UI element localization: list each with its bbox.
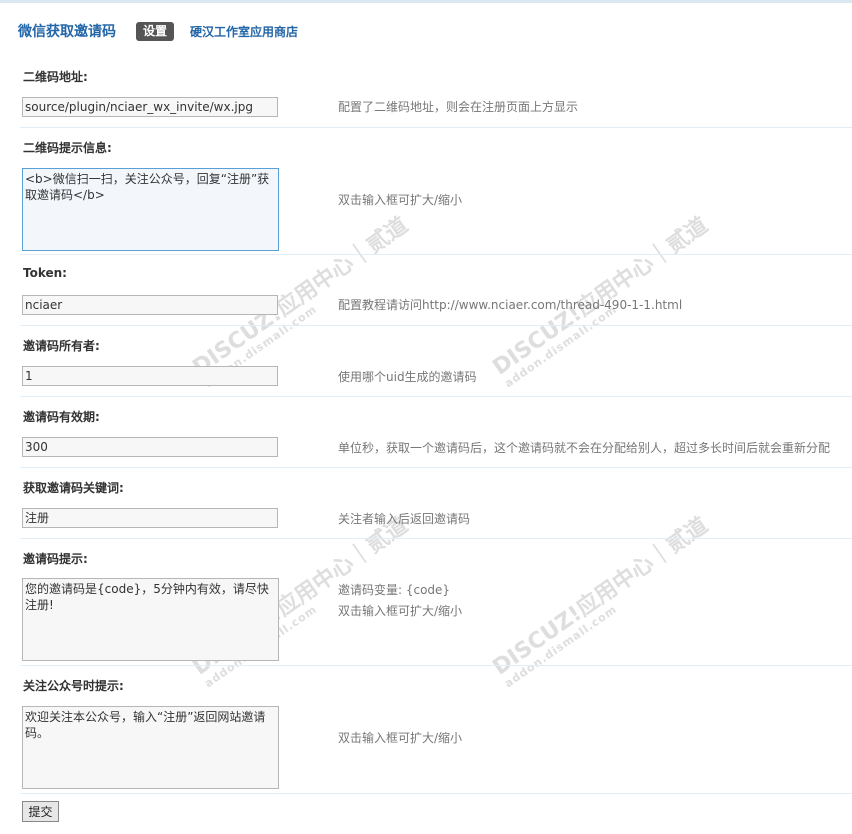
qr-url-hint: 配置了二维码地址，则会在注册页面上方显示	[338, 100, 579, 114]
keyword-hint: 关注者输入后返回邀请码	[338, 512, 471, 526]
invite-tip-hint-variable: 邀请码变量: {code}	[338, 583, 451, 597]
token-input[interactable]	[22, 295, 278, 315]
qr-tip-label: 二维码提示信息:	[23, 141, 112, 155]
qr-tip-textarea[interactable]: <b>微信扫一扫，关注公众号，回复“注册”获取邀请码</b>	[22, 168, 279, 251]
app-store-link[interactable]: 硬汉工作室应用商店	[190, 23, 298, 40]
follow-tip-hint: 双击输入框可扩大/缩小	[338, 731, 463, 745]
keyword-label: 获取邀请码关键词:	[23, 481, 124, 495]
invite-tip-textarea[interactable]: 您的邀请码是{code}，5分钟内有效，请尽快注册!	[22, 578, 279, 661]
follow-tip-textarea[interactable]: 欢迎关注本公众号，输入“注册”返回网站邀请码。	[22, 706, 279, 789]
owner-input[interactable]	[22, 366, 278, 386]
page-header: 微信获取邀请码 设置 硬汉工作室应用商店	[18, 20, 298, 42]
tab-settings[interactable]: 设置	[136, 21, 175, 41]
validity-hint: 单位秒，获取一个邀请码后，这个邀请码就不会在分配给别人，超过多长时间后就会重新分…	[338, 441, 831, 455]
divider	[20, 467, 852, 468]
invite-tip-label: 邀请码提示:	[23, 552, 88, 566]
watermark-url: addon.dismall.com	[502, 602, 620, 691]
qr-url-input[interactable]	[22, 97, 278, 117]
watermark: DISCUZ!应用中心｜贰道addon.dismall.com	[485, 508, 720, 690]
divider	[20, 396, 852, 397]
divider	[20, 665, 852, 666]
token-label: Token:	[23, 266, 67, 280]
follow-tip-label: 关注公众号时提示:	[23, 679, 124, 693]
keyword-input[interactable]	[22, 508, 278, 528]
divider	[20, 254, 852, 255]
divider	[20, 793, 852, 794]
divider	[20, 127, 852, 128]
owner-label: 邀请码所有者:	[23, 339, 100, 353]
qr-tip-hint: 双击输入框可扩大/缩小	[338, 193, 463, 207]
divider	[20, 538, 852, 539]
top-border	[0, 0, 852, 3]
token-hint: 配置教程请访问http://www.nciaer.com/thread-490-…	[338, 298, 683, 312]
owner-hint: 使用哪个uid生成的邀请码	[338, 370, 477, 384]
invite-tip-hint-resize: 双击输入框可扩大/缩小	[338, 604, 463, 618]
validity-input[interactable]	[22, 437, 278, 457]
validity-label: 邀请码有效期:	[23, 410, 100, 424]
page-title: 微信获取邀请码	[18, 24, 116, 40]
submit-button[interactable]: 提交	[22, 801, 59, 822]
divider	[20, 325, 852, 326]
qr-url-label: 二维码地址:	[23, 70, 88, 84]
